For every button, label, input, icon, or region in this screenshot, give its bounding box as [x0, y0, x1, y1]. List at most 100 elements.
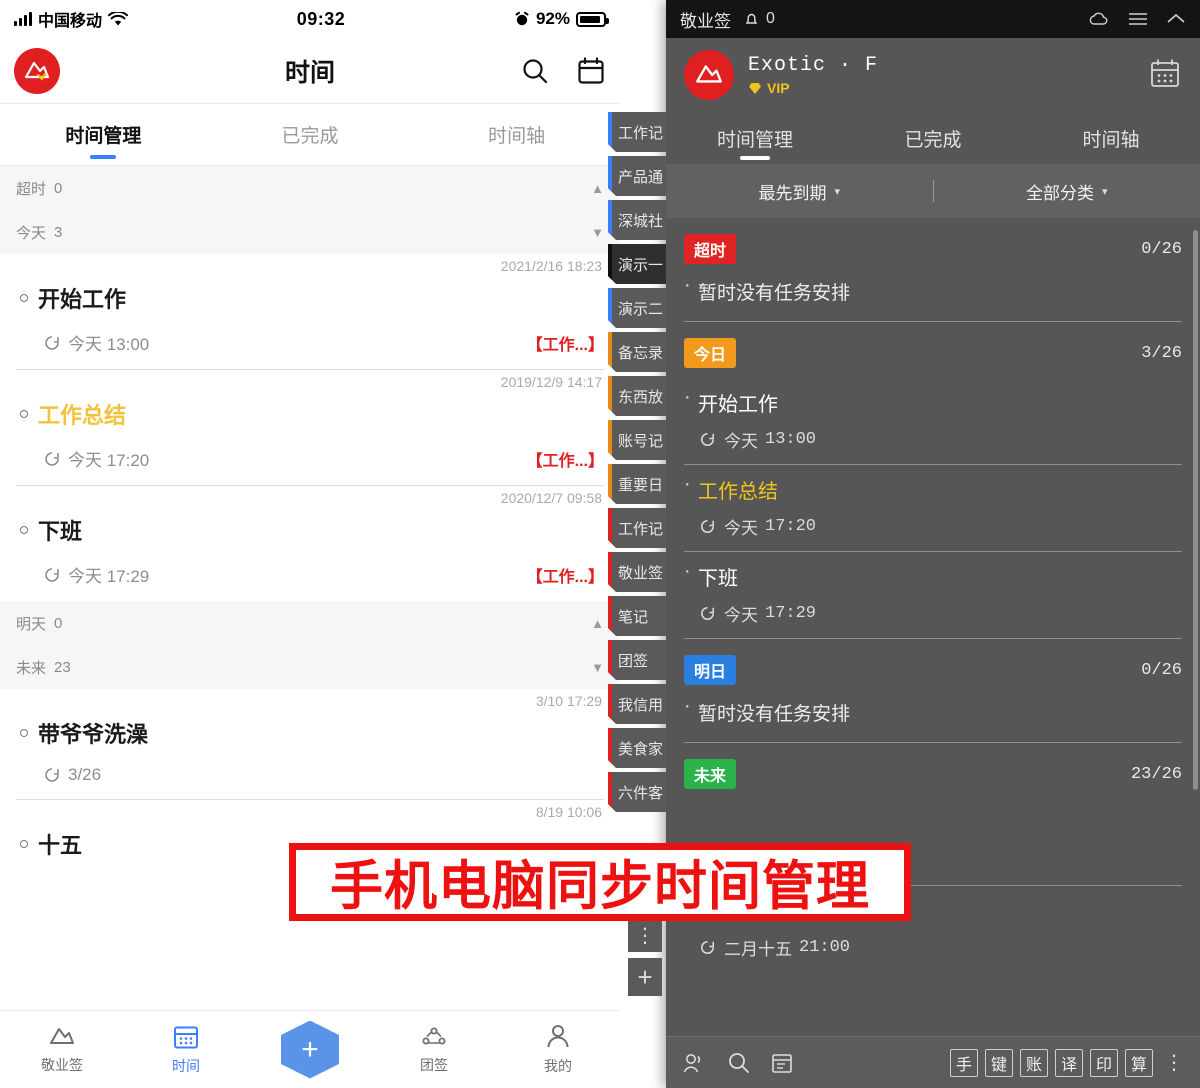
side-tab[interactable]: 笔记 [608, 596, 666, 636]
task-checkbox[interactable] [20, 294, 28, 302]
task-row[interactable]: 2020/12/7 09:58 下班 今天 17:29 【工作...】 [0, 486, 620, 601]
nav-item-team[interactable]: 团签 [372, 1024, 496, 1075]
chevron-down-icon[interactable]: ▼ [591, 225, 604, 240]
status-badge: 今日 [684, 338, 737, 368]
avatar[interactable] [684, 50, 734, 100]
side-tab[interactable]: 东西放 [608, 376, 666, 416]
reminder-icon [45, 768, 59, 782]
task-checkbox[interactable] [20, 526, 28, 534]
task-checkbox[interactable] [20, 410, 28, 418]
tab-timeline[interactable]: 时间轴 [413, 104, 620, 165]
group-header-today[interactable]: 今天 3 ▼ [0, 210, 620, 254]
add-button[interactable]: + [248, 1020, 372, 1079]
group-header-future[interactable]: 未来 23 ▼ [0, 645, 620, 689]
chevron-up-icon[interactable]: ▲ [591, 181, 604, 196]
sort-dropdown[interactable]: 最先到期 ▾ [666, 179, 933, 204]
nav-label: 我的 [544, 1058, 572, 1074]
reminder-icon [701, 520, 714, 533]
side-tab[interactable]: 美食家 [608, 728, 666, 768]
task-item[interactable]: 开始工作 今天 13:00 [684, 378, 1182, 465]
side-tab[interactable]: 账号记 [608, 420, 666, 460]
task-timestamp: 2020/12/7 09:58 [500, 490, 602, 506]
section-count: 3/26 [1141, 343, 1182, 363]
more-vertical-icon[interactable]: ⋮ [628, 918, 662, 952]
category-dropdown[interactable]: 全部分类 ▾ [934, 179, 1200, 204]
task-meta: 今天 13:00 [684, 427, 1182, 452]
tool-button-translate[interactable]: 译 [1055, 1048, 1083, 1077]
search-icon[interactable] [726, 1051, 752, 1075]
tab-completed[interactable]: 已完成 [844, 112, 1022, 164]
group-count: 23 [54, 658, 71, 676]
contacts-icon[interactable] [682, 1051, 708, 1075]
side-tab[interactable]: 工作记 [608, 112, 666, 152]
nav-item-mine[interactable]: 我的 [496, 1023, 620, 1076]
side-tab[interactable]: 备忘录 [608, 332, 666, 372]
task-due-time: 13:00 [765, 430, 817, 449]
side-tab[interactable]: 深城社 [608, 200, 666, 240]
mobile-tabs: 时间管理 已完成 时间轴 [0, 104, 620, 166]
side-tab[interactable]: 产品通 [608, 156, 666, 196]
task-row[interactable]: 3/10 17:29 带爷爷洗澡 3/26 [0, 689, 620, 800]
chevron-down-icon[interactable]: ▼ [591, 660, 604, 675]
bell-icon [745, 13, 758, 24]
side-tab[interactable]: 敬业签 [608, 552, 666, 592]
hamburger-menu-icon[interactable] [1128, 11, 1148, 27]
tool-button-calculator[interactable]: 算 [1125, 1048, 1153, 1077]
desktop-tabs: 时间管理 已完成 时间轴 [666, 112, 1200, 164]
reminder-icon [45, 335, 59, 350]
more-vertical-icon[interactable]: ⋮ [1160, 1053, 1184, 1073]
tab-completed[interactable]: 已完成 [207, 104, 414, 165]
calendar-icon[interactable] [770, 1051, 794, 1075]
cloud-icon[interactable] [1088, 11, 1110, 28]
section-count: 0/26 [1141, 660, 1182, 680]
side-tab[interactable]: 团签 [608, 640, 666, 680]
chevron-up-icon[interactable] [1166, 12, 1186, 26]
desktop-filter-bar: 最先到期 ▾ 全部分类 ▾ [666, 164, 1200, 218]
side-tab[interactable]: 重要日 [608, 464, 666, 504]
add-tab-icon[interactable]: + [628, 958, 662, 996]
section-header: 今日 3/26 [684, 322, 1182, 378]
side-tab[interactable]: 工作记 [608, 508, 666, 548]
tool-button-print[interactable]: 印 [1090, 1048, 1118, 1077]
notification-area[interactable]: 0 [743, 10, 775, 28]
app-name: 敬业签 [680, 11, 731, 31]
task-item[interactable]: 工作总结 今天 17:20 [684, 465, 1182, 552]
add-icon[interactable]: + [281, 1020, 339, 1079]
task-row[interactable]: 2021/2/16 18:23 开始工作 今天 13:00 【工作...】 [0, 254, 620, 370]
status-badge: 超时 [684, 234, 737, 264]
group-header-tomorrow[interactable]: 明天 0 ▲ [0, 601, 620, 645]
side-tab[interactable]: 演示一 [608, 244, 666, 284]
nav-item-time[interactable]: 时间 [124, 1023, 248, 1076]
task-item[interactable]: 下班 今天 17:29 [684, 552, 1182, 639]
calendar-icon[interactable] [576, 56, 606, 86]
battery-percent: 92% [535, 9, 570, 28]
group-label: 未来 [16, 659, 47, 677]
task-meta: 今天 17:20 [684, 514, 1182, 539]
tab-time-management[interactable]: 时间管理 [0, 104, 207, 165]
side-tab[interactable]: 六件客 [608, 772, 666, 812]
section-tomorrow: 明日 0/26 暂时没有任务安排 [666, 639, 1200, 743]
tool-button-account[interactable]: 账 [1020, 1048, 1048, 1077]
tool-button-keyboard[interactable]: 键 [985, 1048, 1013, 1077]
category-label: 全部分类 [1025, 183, 1094, 203]
mobile-status-bar: 中国移动 09:32 92% [0, 0, 620, 38]
scrollbar-thumb[interactable] [1193, 230, 1198, 790]
nav-item-notes[interactable]: 敬业签 [0, 1024, 124, 1075]
tool-buttons: 手 键 账 译 印 算 ⋮ [950, 1048, 1184, 1077]
tab-timeline[interactable]: 时间轴 [1022, 112, 1200, 164]
tool-button-handwriting[interactable]: 手 [950, 1048, 978, 1077]
task-due: 3/26 [68, 765, 102, 784]
group-header-overdue[interactable]: 超时 0 ▲ [0, 166, 620, 210]
side-tab[interactable]: 我信用 [608, 684, 666, 724]
mobile-header: 时间 [0, 38, 620, 104]
task-timestamp: 3/10 17:29 [535, 693, 602, 709]
task-checkbox[interactable] [20, 729, 28, 737]
tab-time-management[interactable]: 时间管理 [666, 112, 844, 164]
nav-label: 团签 [420, 1057, 448, 1073]
calendar-icon[interactable] [1148, 56, 1182, 95]
search-icon[interactable] [520, 56, 550, 86]
task-row[interactable]: 2019/12/9 14:17 工作总结 今天 17:20 【工作...】 [0, 370, 620, 486]
chevron-up-icon[interactable]: ▲ [591, 616, 604, 631]
task-checkbox[interactable] [20, 840, 28, 848]
side-tab[interactable]: 演示二 [608, 288, 666, 328]
